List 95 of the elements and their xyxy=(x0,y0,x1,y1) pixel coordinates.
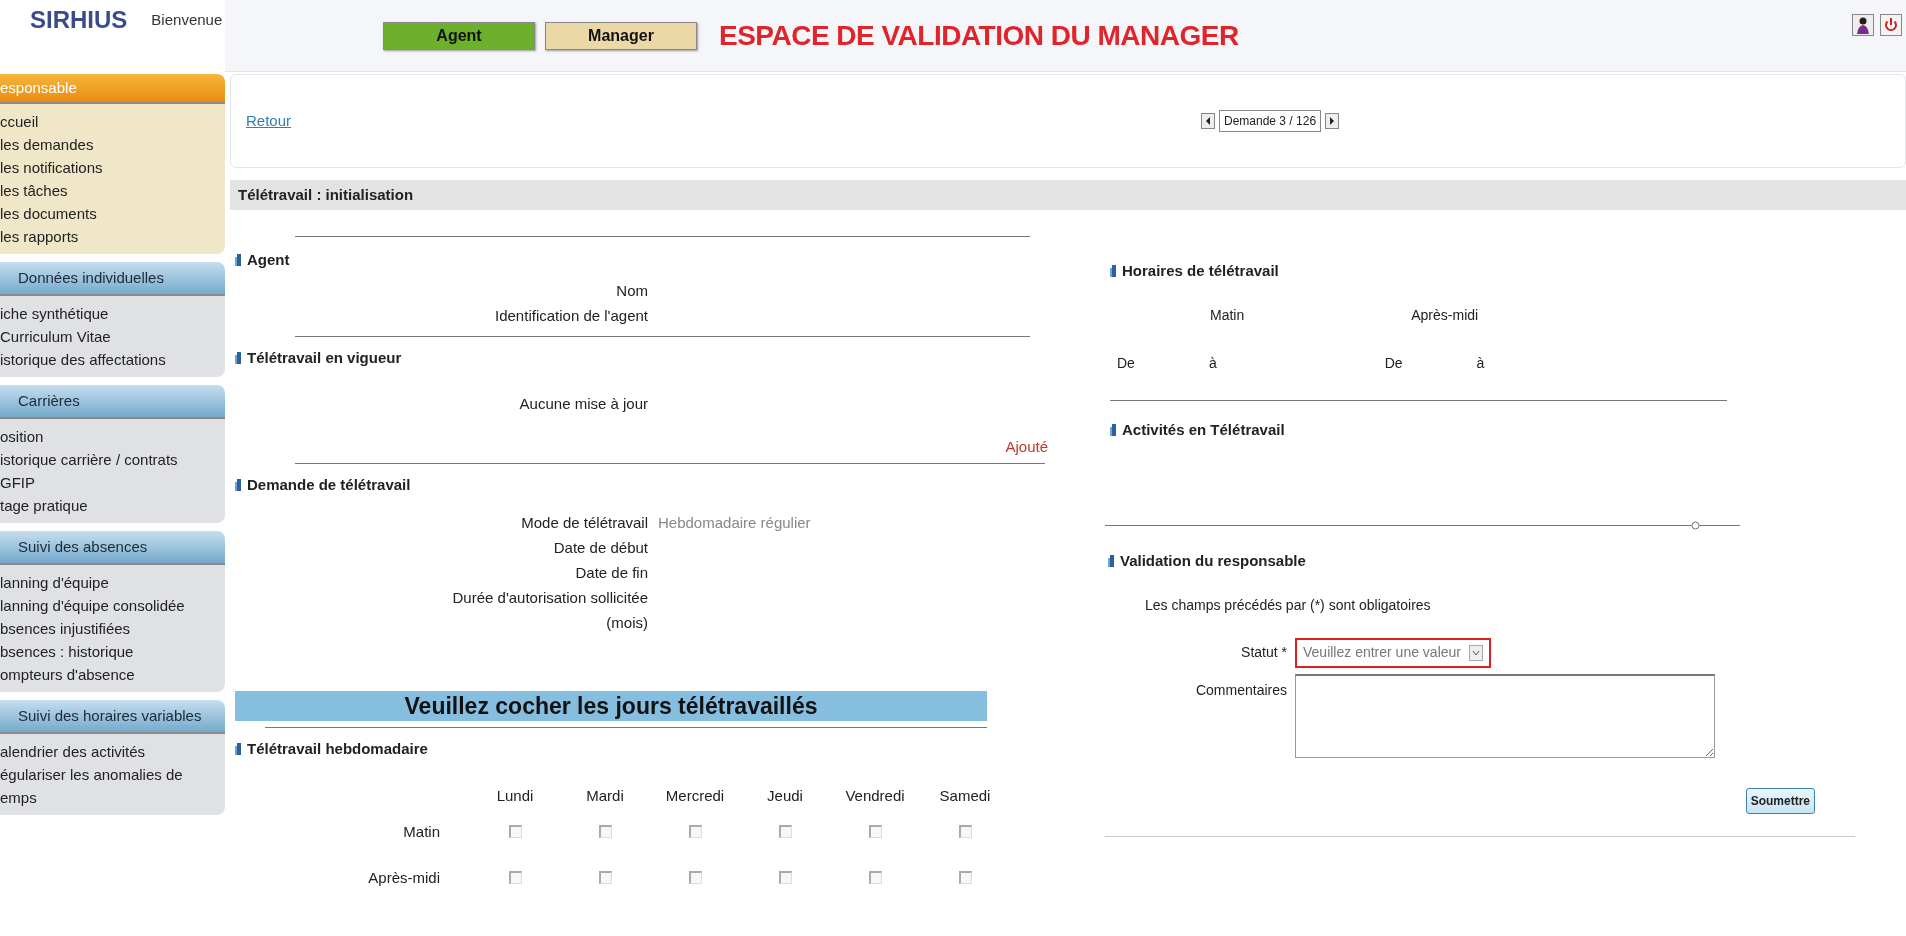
role-tab[interactable]: Manager xyxy=(545,21,697,50)
section-marker-icon xyxy=(1110,423,1116,436)
previous-icon[interactable] xyxy=(1201,113,1215,129)
sidebar-section-header[interactable]: Suivi des absences xyxy=(0,531,225,565)
field-label: Identification de l'agent xyxy=(494,305,648,326)
field-label: Mode de télétravail xyxy=(520,513,648,533)
checkbox[interactable] xyxy=(778,871,792,884)
resize-handle-icon[interactable] xyxy=(1691,521,1700,530)
comments-field[interactable] xyxy=(1295,673,1715,758)
sidebar-item[interactable]: tage pratique xyxy=(0,494,225,517)
sidebar-item[interactable]: les rapports xyxy=(0,225,225,248)
field-label: Commentaires xyxy=(1194,680,1288,700)
time-label: De xyxy=(1384,353,1403,373)
checkbox[interactable] xyxy=(598,871,612,884)
sidebar-item[interactable]: ompteurs d'absence xyxy=(0,663,225,686)
checkbox[interactable] xyxy=(598,825,612,838)
field-label: Nom xyxy=(615,280,648,301)
section-marker-icon xyxy=(235,254,241,267)
field-label: Durée d'autorisation sollicitée (mois) xyxy=(451,588,648,633)
section-marker-icon xyxy=(1110,265,1116,278)
page-title: ESPACE DE VALIDATION DU MANAGER xyxy=(719,18,1239,53)
row-label: Après-midi xyxy=(368,867,441,888)
section-marker-icon xyxy=(1108,555,1114,568)
sidebar-item[interactable]: ccueil xyxy=(0,110,225,133)
sidebar-item[interactable]: les demandes xyxy=(0,133,225,156)
back-link[interactable]: Retour xyxy=(246,109,292,133)
section-heading: Horaires de télétravail xyxy=(1122,261,1279,281)
section-heading: Validation du responsable xyxy=(1120,551,1306,571)
power-icon[interactable] xyxy=(1880,14,1902,36)
checkbox[interactable] xyxy=(688,871,702,884)
day-header: Samedi xyxy=(939,785,991,806)
section-heading: Télétravail en vigueur xyxy=(247,347,402,368)
sidebar-item[interactable]: istorique des affectations xyxy=(0,348,225,371)
sidebar-item[interactable]: les documents xyxy=(0,202,225,225)
note-text: Les champs précédés par (*) sont obligatoires xyxy=(1145,595,1432,615)
instruction-banner: Veuillez cocher les jours télétravaillés xyxy=(235,691,987,721)
checkbox[interactable] xyxy=(778,825,792,838)
sidebar-item[interactable]: bsences : historique xyxy=(0,640,225,663)
column-header: Matin xyxy=(1210,305,1245,325)
day-header: Mardi xyxy=(586,785,624,806)
sidebar-item[interactable]: Curriculum Vitae xyxy=(0,325,225,348)
field-label: Date de début xyxy=(552,538,648,558)
checkbox[interactable] xyxy=(958,825,972,838)
sidebar-item[interactable]: les tâches xyxy=(0,179,225,202)
sidebar-item[interactable]: les notifications xyxy=(0,156,225,179)
checkbox[interactable] xyxy=(688,825,702,838)
sidebar-item[interactable]: osition xyxy=(0,425,225,448)
role-tab[interactable]: Agent xyxy=(383,21,535,50)
checkbox[interactable] xyxy=(868,825,882,838)
sidebar-item[interactable]: alendrier des activités xyxy=(0,740,225,763)
submit-button[interactable]: Soumettre xyxy=(1745,787,1815,814)
section-heading: Activités en Télétravail xyxy=(1122,419,1285,440)
row-label: Matin xyxy=(403,821,441,842)
checkbox[interactable] xyxy=(958,871,972,884)
section-heading: Agent xyxy=(247,250,290,270)
day-header: Mercredi xyxy=(665,785,725,806)
day-header: Jeudi xyxy=(767,785,803,806)
section-heading: Télétravail hebdomadaire xyxy=(247,739,428,759)
sidebar-item[interactable]: égulariser les anomalies de xyxy=(0,763,225,786)
checkbox[interactable] xyxy=(868,871,882,884)
time-label: à xyxy=(1476,353,1485,373)
sidebar-item[interactable]: istorique carrière / contrats xyxy=(0,448,225,471)
sidebar-item[interactable]: lanning d'équipe consolidée xyxy=(0,594,225,617)
status-select[interactable]: Veuillez entrer une valeur xyxy=(1295,637,1491,668)
section-heading: Demande de télétravail xyxy=(247,474,411,495)
checkbox[interactable] xyxy=(508,825,522,838)
field-label: Aucune mise à jour xyxy=(518,394,648,414)
logo-text: SIRHIUS xyxy=(30,5,128,34)
section-marker-icon xyxy=(235,351,241,364)
field-value: Hebdomadaire régulier xyxy=(658,513,811,533)
greeting-text: Bienvenue xyxy=(151,9,223,30)
sidebar-section-header[interactable]: Carrières xyxy=(0,385,225,419)
dropdown-icon xyxy=(1469,644,1483,661)
status-text: Ajouté xyxy=(1005,437,1048,457)
sidebar-section-header[interactable]: Suivi des horaires variables xyxy=(0,700,225,734)
sidebar-item[interactable]: lanning d'équipe xyxy=(0,571,225,594)
sidebar-item[interactable]: GFIP xyxy=(0,471,225,494)
record-counter: Demande 3 / 126 xyxy=(1219,110,1322,132)
section-marker-icon xyxy=(235,478,241,491)
checkbox[interactable] xyxy=(508,871,522,884)
user-icon[interactable] xyxy=(1852,14,1874,36)
sidebar-section-header[interactable]: Données individuelles xyxy=(0,262,225,296)
day-header: Lundi xyxy=(496,785,534,806)
time-label: à xyxy=(1208,353,1217,373)
day-header: Vendredi xyxy=(845,785,905,806)
column-header: Après-midi xyxy=(1411,305,1479,325)
sidebar-item[interactable]: emps xyxy=(0,786,225,809)
time-label: De xyxy=(1117,353,1135,373)
section-title: Télétravail : initialisation xyxy=(230,180,1906,210)
sidebar-item[interactable]: bsences injustifiées xyxy=(0,617,225,640)
section-marker-icon xyxy=(235,743,241,756)
field-label: Statut * xyxy=(1240,643,1288,662)
next-icon[interactable] xyxy=(1325,113,1340,129)
field-label: Date de fin xyxy=(574,563,648,583)
sidebar-item[interactable]: iche synthétique xyxy=(0,302,225,325)
